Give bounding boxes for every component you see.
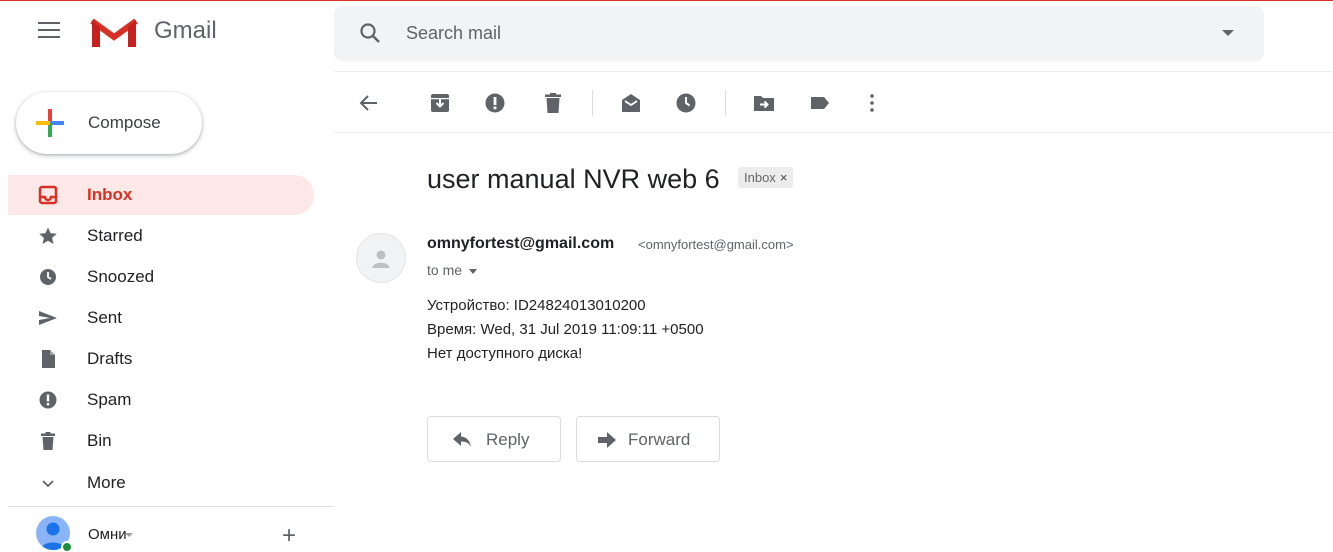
compose-plus-icon	[36, 109, 64, 137]
chevron-down-icon	[42, 480, 54, 488]
inbox-icon	[38, 185, 58, 205]
sidebar-item-label: More	[87, 473, 126, 492]
sidebar-item-snoozed[interactable]: Snoozed	[8, 257, 314, 297]
archive-icon[interactable]	[428, 91, 452, 115]
sidebar-item-label: Sent	[87, 308, 122, 327]
labels-icon[interactable]	[808, 91, 832, 115]
toolbar-separator	[592, 90, 593, 116]
reply-icon	[453, 432, 471, 447]
sidebar-item-inbox[interactable]: Inbox	[8, 175, 314, 215]
sender-email: <omnyfortest@gmail.com>	[638, 237, 794, 252]
search-bar[interactable]	[334, 6, 1264, 61]
recipients-label: to me	[427, 262, 463, 278]
user-name[interactable]: Омни	[88, 526, 127, 543]
clock-icon	[40, 269, 56, 285]
mark-unread-icon[interactable]	[619, 91, 643, 115]
header-divider	[334, 71, 1333, 72]
search-icon[interactable]	[358, 21, 382, 45]
sidebar-item-drafts[interactable]: Drafts	[8, 339, 314, 379]
sender-avatar[interactable]	[356, 233, 406, 283]
sidebar-item-label: Starred	[87, 226, 143, 245]
gmail-logo-icon[interactable]	[89, 13, 139, 49]
sidebar-divider	[8, 506, 334, 507]
inbox-label-chip[interactable]: Inbox ×	[738, 167, 794, 188]
back-arrow-icon[interactable]	[357, 91, 381, 115]
sidebar-item-label: Snoozed	[87, 267, 155, 286]
report-spam-icon[interactable]	[483, 91, 507, 115]
file-icon	[42, 350, 55, 368]
top-accent-line	[0, 0, 1333, 1]
sidebar-item-label: Spam	[87, 390, 132, 409]
email-body-line: Нет доступного диска!	[427, 345, 583, 362]
report-icon	[39, 391, 57, 409]
sidebar-item-bin[interactable]: Bin	[8, 421, 314, 461]
person-icon	[372, 250, 390, 268]
move-to-icon[interactable]	[752, 91, 776, 115]
forward-label: Forward	[628, 430, 691, 449]
reply-button[interactable]: Reply	[427, 416, 561, 462]
sidebar-item-starred[interactable]: Starred	[8, 216, 314, 256]
remove-label-icon[interactable]: ×	[780, 170, 788, 185]
app-name[interactable]: Gmail	[154, 17, 217, 45]
search-options-icon[interactable]	[1222, 30, 1234, 36]
sidebar-item-spam[interactable]: Spam	[8, 380, 314, 420]
forward-button[interactable]: Forward	[576, 416, 720, 462]
delete-icon[interactable]	[541, 91, 565, 115]
add-icon[interactable]: +	[282, 524, 296, 548]
toolbar-separator	[725, 90, 726, 116]
compose-label: Compose	[88, 113, 161, 132]
sidebar-item-label: Bin	[87, 431, 112, 450]
star-icon	[39, 227, 57, 244]
forward-icon	[598, 432, 616, 448]
trash-icon	[41, 432, 55, 450]
more-vert-icon[interactable]	[860, 91, 884, 115]
status-online-icon	[61, 541, 73, 552]
compose-button[interactable]: Compose	[16, 92, 202, 154]
main-menu-icon[interactable]	[38, 22, 60, 40]
recipients-toggle[interactable]: to me	[427, 262, 478, 278]
sidebar-item-label: Inbox	[87, 185, 133, 204]
chevron-down-icon	[469, 268, 478, 274]
sidebar-item-label: Drafts	[87, 349, 133, 368]
send-icon	[39, 311, 57, 325]
sender-name[interactable]: omnyfortest@gmail.com	[427, 235, 614, 253]
toolbar-divider	[334, 132, 1333, 133]
search-input[interactable]	[406, 16, 1186, 50]
email-body-line: Устройство: ID24824013010200	[427, 297, 646, 314]
sidebar-item-sent[interactable]: Sent	[8, 298, 314, 338]
label-chip-text: Inbox	[744, 170, 776, 185]
email-subject: user manual NVR web 6	[427, 164, 720, 194]
snooze-icon[interactable]	[674, 91, 698, 115]
reply-label: Reply	[486, 430, 530, 449]
user-menu-caret-icon[interactable]	[125, 533, 133, 537]
email-body-line: Время: Wed, 31 Jul 2019 11:09:11 +0500	[427, 321, 704, 338]
sidebar-item-more[interactable]: More	[8, 463, 314, 503]
